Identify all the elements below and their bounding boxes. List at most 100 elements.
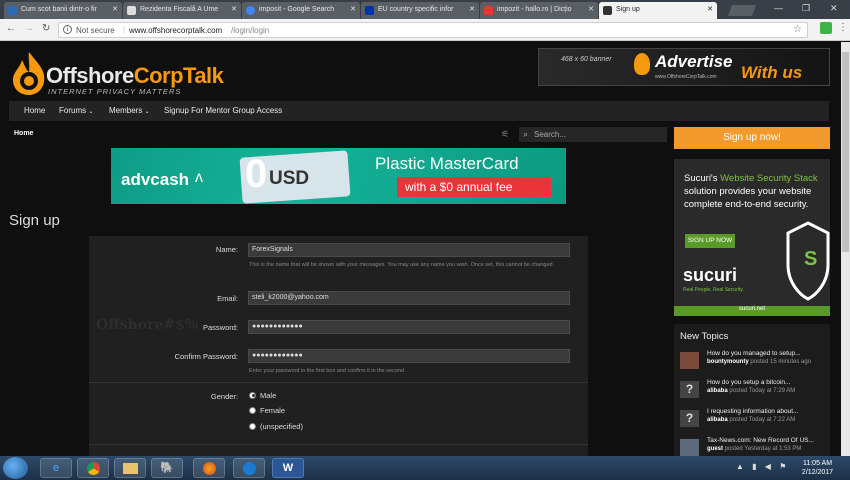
evernote-icon[interactable]: 🐘	[151, 458, 183, 478]
svg-text:S: S	[804, 248, 817, 270]
filter-icon[interactable]: ⚟	[501, 129, 509, 140]
system-tray: ▲ ▮ ◀ ⚑	[736, 462, 786, 471]
site-logo[interactable]: OffshoreCorpTalk	[46, 63, 224, 89]
tab-favicon-icon	[484, 6, 493, 15]
confirm-password-hint: Enter your password in the first box and…	[249, 368, 406, 374]
close-tab-icon[interactable]: ✕	[112, 5, 118, 13]
taskbar-clock[interactable]: 11:05 AM 2/12/2017	[795, 459, 840, 477]
name-label: Name:	[215, 245, 238, 254]
chrome-icon[interactable]	[77, 458, 109, 478]
sucuri-url[interactable]: sucuri.net	[674, 306, 830, 316]
nav-members[interactable]: Members ⌄	[109, 106, 150, 115]
browser-tab[interactable]: EU country specific infor ✕	[361, 2, 479, 19]
browser-tab[interactable]: Rezidenta Fiscală A Ume ✕	[123, 2, 241, 19]
shield-icon: S	[786, 221, 830, 301]
list-item[interactable]: ? How do you setup a bitcoin... alibaba …	[680, 379, 830, 405]
tray-arrow-icon[interactable]: ▲	[736, 462, 744, 471]
bookmark-star-icon[interactable]: ☆	[793, 24, 802, 35]
email-input[interactable]: steli_k2000@yahoo.com	[248, 291, 570, 305]
close-tab-icon[interactable]: ✕	[588, 5, 594, 13]
radio-icon	[249, 406, 256, 414]
tab-favicon-icon	[8, 6, 17, 15]
scrollbar[interactable]	[841, 42, 850, 456]
close-tab-icon[interactable]: ✕	[231, 5, 237, 13]
divider	[89, 444, 588, 445]
tab-favicon-icon	[127, 6, 136, 15]
avatar	[680, 352, 699, 369]
signup-form	[89, 236, 588, 456]
flame-logo-icon[interactable]	[10, 50, 48, 96]
window-controls: — ❐ ✕	[740, 0, 850, 19]
reload-icon[interactable]: ↻	[42, 23, 50, 34]
advertise-banner[interactable]: 468 x 60 banner Advertise With us www.Of…	[538, 48, 830, 86]
security-label: Not secure	[76, 26, 115, 35]
close-tab-icon[interactable]: ✕	[350, 5, 356, 13]
nav-forums[interactable]: Forums ⌄	[59, 106, 93, 115]
extension-icon[interactable]	[820, 22, 832, 34]
nav-home[interactable]: Home	[24, 106, 45, 115]
question-mark-icon: ?	[680, 381, 699, 398]
firefox-icon[interactable]	[193, 458, 225, 478]
folder-icon[interactable]	[114, 458, 146, 478]
name-input[interactable]: ForexSignals	[248, 243, 570, 257]
word-icon[interactable]: W	[272, 458, 304, 478]
separator: |	[123, 25, 126, 34]
teamviewer-icon[interactable]	[233, 458, 265, 478]
back-icon[interactable]: ←	[6, 23, 16, 34]
gender-option-female[interactable]: Female	[249, 406, 285, 415]
sucuri-signup-button[interactable]: SIGN UP NOW	[685, 234, 735, 248]
url-input[interactable]: i Not secure | www.offshorecorptalk.com …	[58, 22, 808, 38]
avatar	[680, 439, 699, 456]
radio-selected-icon	[249, 391, 256, 399]
confirm-password-input[interactable]: ●●●●●●●●●●●●	[248, 349, 570, 363]
browser-tab-strip: Cum scot banii dintr-o fir ✕ Rezidenta Fi…	[0, 0, 850, 19]
close-window-icon[interactable]: ✕	[830, 3, 838, 14]
advcash-banner[interactable]: advcash ʌ 0 USD Plastic MasterCard with …	[111, 148, 566, 204]
eu-flag-icon	[365, 6, 374, 15]
browser-tab-active[interactable]: Sign up ✕	[599, 2, 717, 19]
gender-option-unspecified[interactable]: (unspecified)	[249, 422, 303, 431]
forward-icon[interactable]: →	[24, 23, 34, 34]
network-icon[interactable]: ▮	[752, 462, 756, 471]
close-tab-icon[interactable]: ✕	[707, 5, 713, 13]
signup-now-button[interactable]: Sign up now!	[674, 127, 830, 149]
gender-option-male[interactable]: Male	[249, 391, 276, 400]
site-tagline: INTERNET PRIVACY MATTERS	[48, 87, 182, 96]
nav-mentor-signup[interactable]: Signup For Mentor Group Access	[164, 106, 282, 115]
browser-tab[interactable]: Cum scot banii dintr-o fir ✕	[4, 2, 122, 19]
flag-icon[interactable]: ⚑	[779, 462, 786, 471]
flame-icon	[634, 53, 650, 75]
google-icon	[246, 6, 255, 15]
email-label: Email:	[217, 294, 238, 303]
search-input[interactable]: ⌕ Search...	[519, 127, 667, 142]
scroll-thumb[interactable]	[842, 52, 849, 252]
gender-label: Gender:	[210, 392, 238, 401]
ie-icon[interactable]: e	[40, 458, 72, 478]
info-icon[interactable]: i	[63, 25, 72, 34]
advcash-logo-icon: ʌ	[195, 169, 203, 186]
url-host: www.offshorecorptalk.com	[129, 26, 223, 35]
new-topics-title: New Topics	[680, 331, 729, 342]
maximize-icon[interactable]: ❐	[802, 3, 810, 14]
tab-favicon-icon	[603, 6, 612, 15]
menu-icon[interactable]: ⋮	[838, 22, 848, 33]
list-item[interactable]: How do you managed to setup... bountymou…	[680, 350, 830, 376]
chevron-down-icon: ⌄	[88, 109, 94, 115]
password-label: Password:	[202, 323, 238, 332]
list-item[interactable]: ? I requesting information about... alib…	[680, 408, 830, 434]
name-hint: This is the name that will be shown with…	[249, 262, 555, 268]
page-title: Sign up	[9, 212, 60, 229]
start-button[interactable]	[3, 457, 28, 479]
browser-tab[interactable]: imposit - Google Search ✕	[242, 2, 360, 19]
confirm-password-label: Confirm Password:	[174, 352, 238, 361]
main-nav: Home Forums ⌄ Members ⌄ Signup For Mento…	[9, 101, 829, 121]
divider	[89, 382, 588, 383]
close-tab-icon[interactable]: ✕	[469, 5, 475, 13]
volume-icon[interactable]: ◀	[765, 462, 771, 471]
breadcrumb[interactable]: Home	[14, 130, 33, 137]
radio-icon	[249, 422, 256, 430]
minimize-icon[interactable]: —	[774, 3, 783, 13]
password-input[interactable]: ●●●●●●●●●●●●	[248, 320, 570, 334]
sucuri-ad[interactable]: Sucuri's Website Security Stack solution…	[674, 159, 830, 316]
browser-tab[interactable]: impozit - hallo.ro | Dicțio ✕	[480, 2, 598, 19]
